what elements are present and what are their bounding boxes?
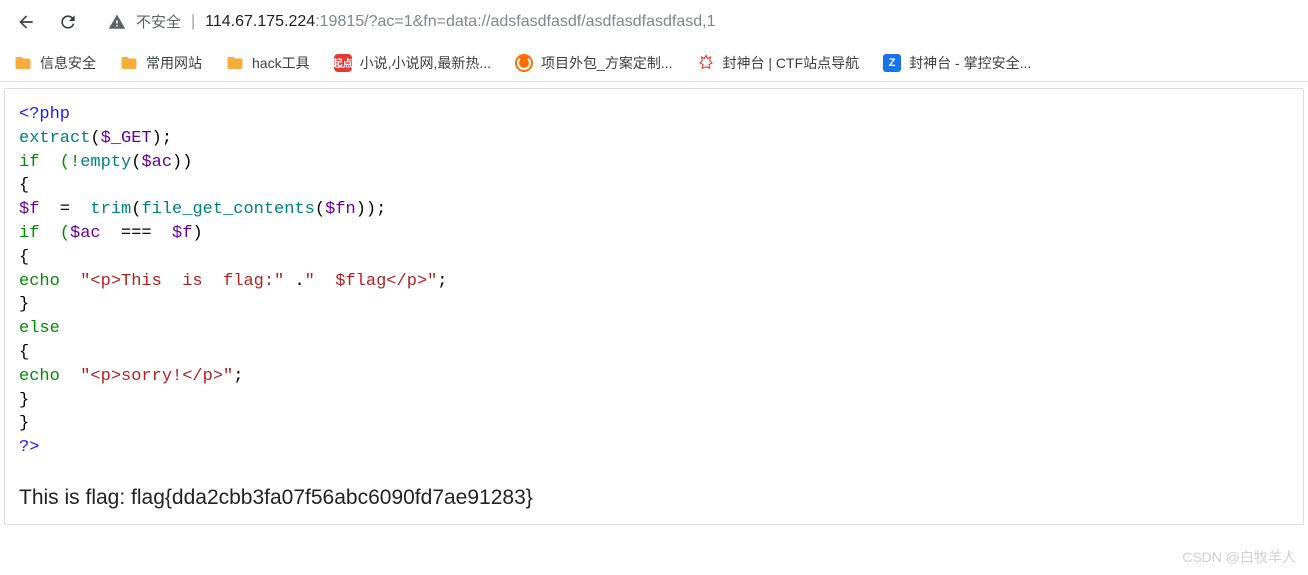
bookmark-label: 封神台 - 掌控安全... bbox=[909, 53, 1031, 73]
folder-icon bbox=[14, 54, 32, 72]
bookmark-label: 信息安全 bbox=[40, 53, 96, 73]
cat-icon bbox=[697, 54, 715, 72]
php-source-code: <?php extract($_GET); if (!empty($ac)) {… bbox=[19, 103, 1289, 460]
bookmark-novel[interactable]: 起点 小说,小说网,最新热... bbox=[334, 53, 491, 73]
bookmark-label: hack工具 bbox=[252, 53, 310, 73]
watermark: CSDN @白牧羊人 bbox=[1182, 547, 1296, 567]
bookmark-folder-hacktools[interactable]: hack工具 bbox=[226, 53, 310, 73]
bookmark-ctf-nav[interactable]: 封神台 | CTF站点导航 bbox=[697, 53, 860, 73]
back-button[interactable] bbox=[12, 8, 40, 36]
bookmark-folder-infosec[interactable]: 信息安全 bbox=[14, 53, 96, 73]
bookmark-label: 小说,小说网,最新热... bbox=[360, 53, 491, 73]
reload-button[interactable] bbox=[54, 8, 82, 36]
browser-toolbar: 不安全 | 114.67.175.224:19815/?ac=1&fn=data… bbox=[0, 0, 1308, 44]
shield-icon: Z bbox=[883, 54, 901, 72]
bookmark-outsource[interactable]: 项目外包_方案定制... bbox=[515, 53, 672, 73]
address-bar[interactable]: 不安全 | 114.67.175.224:19815/?ac=1&fn=data… bbox=[96, 5, 1296, 39]
separator: | bbox=[191, 13, 195, 31]
bookmarks-bar: 信息安全 常用网站 hack工具 起点 小说,小说网,最新热... 项目外包_方… bbox=[0, 44, 1308, 82]
orange-icon bbox=[515, 54, 533, 72]
bookmark-folder-common[interactable]: 常用网站 bbox=[120, 53, 202, 73]
warning-icon bbox=[108, 13, 126, 31]
security-label: 不安全 bbox=[136, 11, 181, 32]
bookmark-zkaq[interactable]: Z 封神台 - 掌控安全... bbox=[883, 53, 1031, 73]
url-text: 114.67.175.224:19815/?ac=1&fn=data://ads… bbox=[205, 13, 715, 31]
flag-output: This is flag: flag{dda2cbb3fa07f56abc609… bbox=[19, 486, 1289, 510]
folder-icon bbox=[120, 54, 138, 72]
qidian-icon: 起点 bbox=[334, 54, 352, 72]
bookmark-label: 封神台 | CTF站点导航 bbox=[723, 53, 860, 73]
bookmark-label: 常用网站 bbox=[146, 53, 202, 73]
page-content: <?php extract($_GET); if (!empty($ac)) {… bbox=[4, 88, 1304, 525]
bookmark-label: 项目外包_方案定制... bbox=[541, 53, 672, 73]
folder-icon bbox=[226, 54, 244, 72]
